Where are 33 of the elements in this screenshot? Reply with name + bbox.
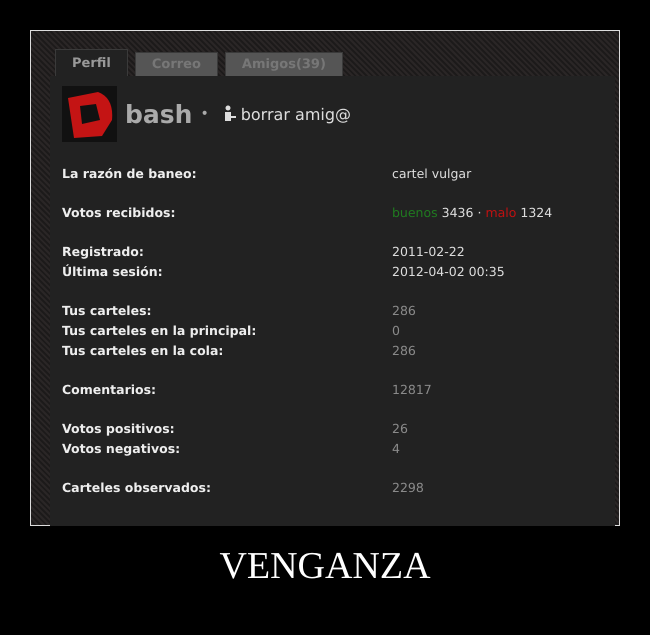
- stat-value: 286: [392, 302, 417, 318]
- profile-tab[interactable]: Perfil: [55, 49, 128, 76]
- good-votes-label: buenos: [392, 204, 438, 220]
- stat-label: Votos recibidos:: [62, 204, 176, 220]
- bad-votes-label: malo: [485, 204, 516, 220]
- stat-value: 26: [392, 420, 409, 436]
- stat-label: Tus carteles:: [62, 302, 153, 318]
- username: bash: [125, 100, 192, 128]
- bad-votes-count: 1324: [520, 204, 552, 220]
- stat-value: 12817: [392, 382, 433, 396]
- stat-label: Votos negativos:: [62, 440, 182, 456]
- separator-dot: •: [200, 106, 209, 122]
- stat-value: 2298: [392, 480, 425, 494]
- stat-label: Votos positivos:: [62, 420, 176, 436]
- remove-friend-link[interactable]: borrar amig@: [240, 104, 351, 124]
- stat-label: Tus carteles en la principal:: [62, 322, 258, 338]
- stat-label: Comentarios:: [62, 382, 158, 396]
- poster-caption: VENGANZA: [219, 544, 431, 588]
- stat-value: 286: [392, 342, 417, 358]
- good-votes-count: 3436: [442, 204, 474, 220]
- stat-value: 0: [392, 322, 401, 338]
- stat-label: Carteles observados:: [62, 480, 212, 494]
- stat-value: 2012-04-02 00:35: [392, 264, 506, 278]
- stat-value: 2011-02-22: [392, 244, 466, 258]
- stat-label: Registrado:: [62, 244, 145, 258]
- stat-label: Última sesión:: [62, 264, 164, 278]
- stat-value: cartel vulgar: [392, 166, 472, 180]
- avatar-icon: [62, 86, 117, 142]
- user-icon: [222, 105, 237, 123]
- stat-label: La razón de baneo:: [62, 166, 198, 180]
- stat-value: 4: [392, 440, 401, 456]
- stat-label: Tus carteles en la cola:: [62, 342, 224, 358]
- separator-dot: ·: [477, 204, 482, 220]
